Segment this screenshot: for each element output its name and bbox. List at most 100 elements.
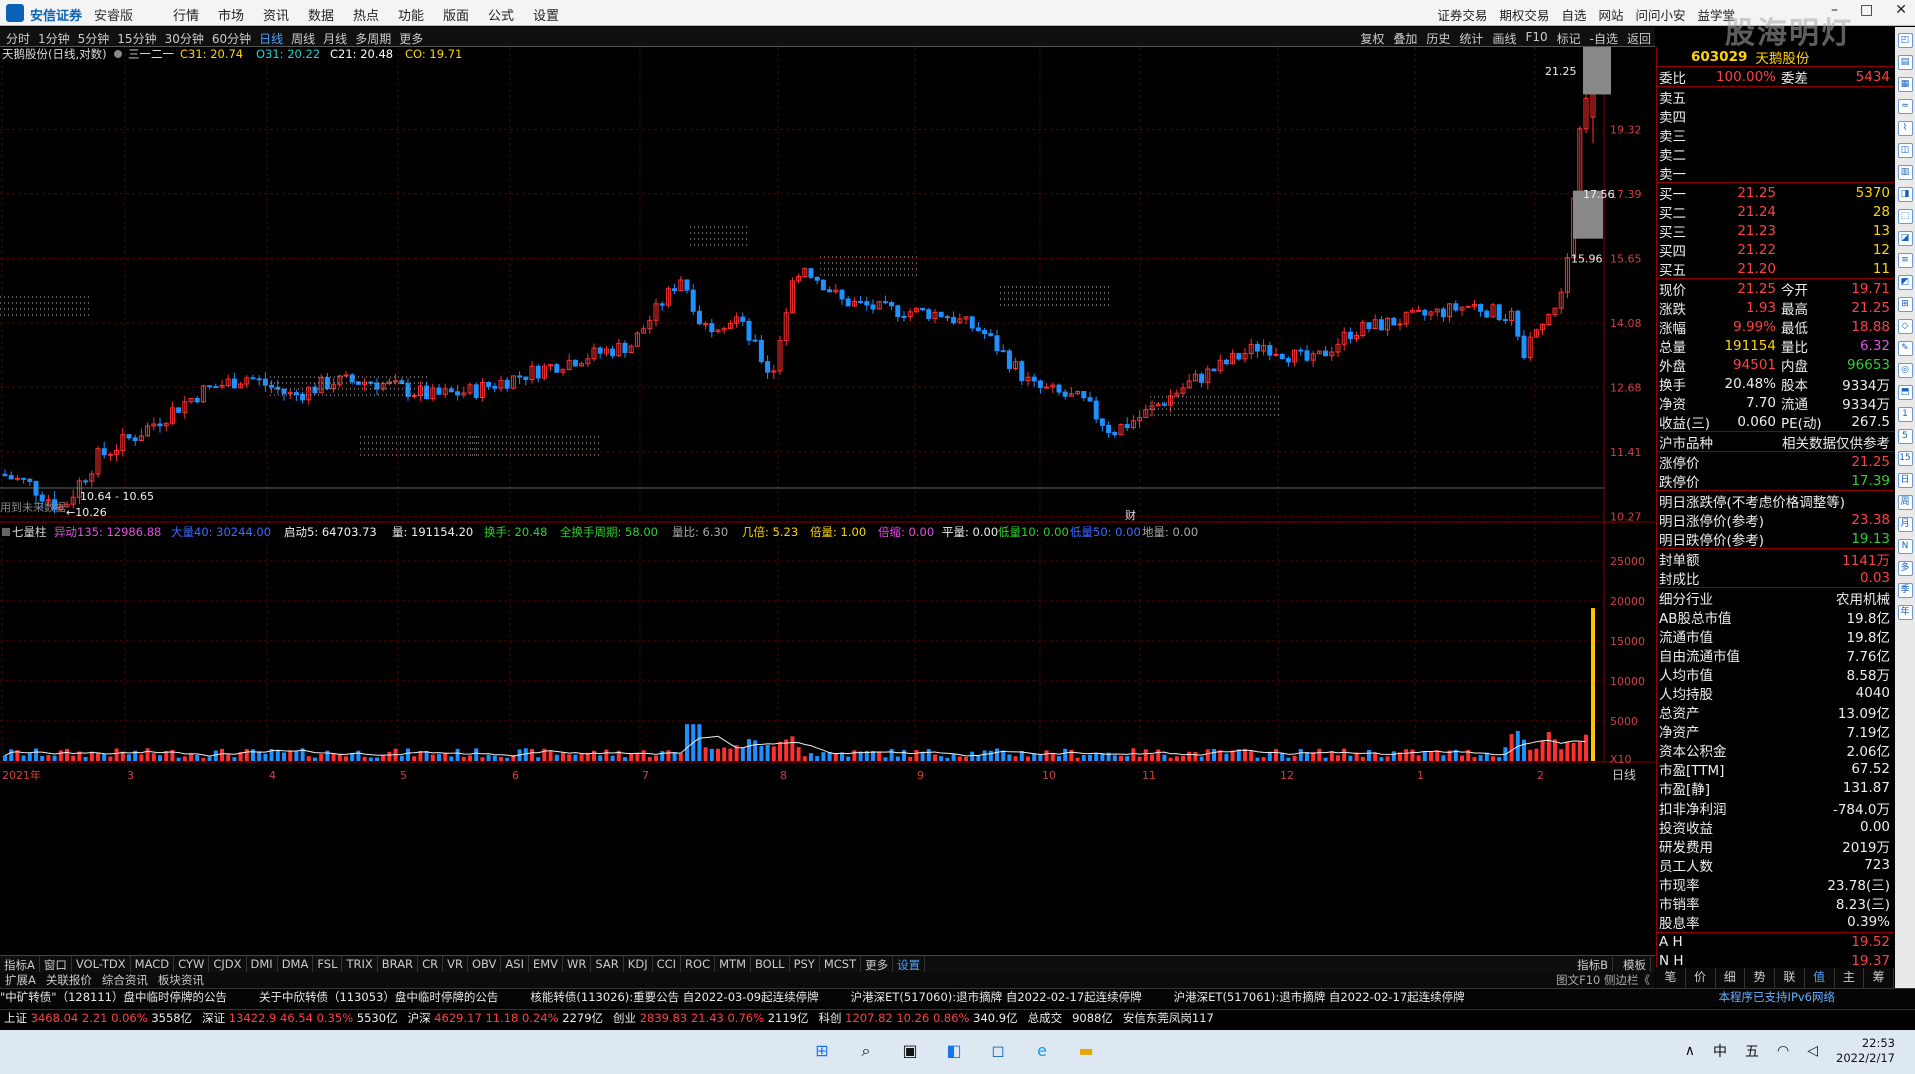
stat-row[interactable]: 换手 20.48% 股本 9334万: [1657, 374, 1894, 394]
fundamental-row[interactable]: 员工人数 723: [1657, 855, 1894, 875]
speaker-icon[interactable]: ◁: [1807, 1043, 1818, 1059]
market-row[interactable]: 沪市品种 相关数据仅供参考: [1657, 432, 1894, 452]
indicator-tab[interactable]: EMV: [529, 956, 564, 972]
side-tool-icon[interactable]: 年: [1897, 605, 1913, 620]
period-tab[interactable]: 分时: [6, 30, 30, 47]
indicator-tab[interactable]: DMA: [278, 956, 314, 972]
ticker-item[interactable]: "中矿转债"（128111）盘中临时停牌的公告: [0, 990, 227, 1004]
side-tool-icon[interactable]: ◫: [1897, 143, 1913, 158]
side-tool-icon[interactable]: ⊞: [1897, 297, 1913, 312]
stat-row[interactable]: 现价 21.25 今开 19.71: [1657, 279, 1894, 299]
menu-item[interactable]: 资讯: [263, 5, 308, 24]
indicator-tab[interactable]: TRIX: [342, 956, 378, 972]
nextday-up[interactable]: 明日涨停价(参考) 23.38: [1657, 510, 1894, 530]
side-tool-icon[interactable]: 15: [1897, 451, 1913, 466]
period-tab[interactable]: 1分钟: [38, 30, 70, 47]
nextday-title[interactable]: 明日涨跌停(不考虑价格调整等): [1657, 491, 1894, 511]
fundamental-row[interactable]: 细分行业 农用机械: [1657, 588, 1894, 608]
menu-item[interactable]: 热点: [353, 5, 398, 24]
indicator-tab[interactable]: 指标A: [0, 956, 40, 972]
menu-item[interactable]: 问问小安: [1635, 5, 1685, 24]
bid-row[interactable]: 买五 21.20 11: [1657, 259, 1894, 279]
side-tool-icon[interactable]: 季: [1897, 583, 1913, 598]
period-tab[interactable]: 周线: [291, 30, 315, 47]
limit-row[interactable]: 涨停价 21.25: [1657, 452, 1894, 472]
stat-row[interactable]: 收益(三) 0.060 PE(动) 267.5: [1657, 412, 1894, 432]
side-tool-icon[interactable]: ⌇: [1897, 121, 1913, 136]
chart-tool-button[interactable]: F10: [1525, 30, 1547, 47]
period-tab[interactable]: 15分钟: [117, 30, 156, 47]
index-item[interactable]: 创业 2839.83 21.43 0.76% 2119亿: [613, 1010, 808, 1029]
seal-row[interactable]: 封成比 0.03: [1657, 568, 1894, 588]
side-tool-icon[interactable]: ▥: [1897, 165, 1913, 180]
bid-row[interactable]: 买三 21.23 13: [1657, 221, 1894, 241]
side-tool-icon[interactable]: ≡: [1897, 253, 1913, 268]
indicator-tab[interactable]: VR: [443, 956, 468, 972]
stat-row[interactable]: 总量 191154 量比 6.32: [1657, 336, 1894, 356]
indicator-tab[interactable]: SAR: [591, 956, 624, 972]
bid-row[interactable]: 买二 21.24 28: [1657, 202, 1894, 222]
side-tool-icon[interactable]: 月: [1897, 517, 1913, 532]
chevron-up-icon[interactable]: ∧: [1685, 1043, 1695, 1059]
index-item[interactable]: 沪深 4629.17 11.18 0.24% 2279亿: [408, 1010, 603, 1029]
fundamental-row[interactable]: 市销率 8.23(三): [1657, 894, 1894, 913]
bottom-tab[interactable]: 关联报价: [41, 972, 97, 988]
edge-browser-icon[interactable]: e: [1030, 1039, 1054, 1063]
fundamental-row[interactable]: 人均持股 4040: [1657, 683, 1894, 703]
indicator-tab[interactable]: KDJ: [624, 956, 653, 972]
ask-row[interactable]: 卖二: [1657, 144, 1894, 164]
fundamental-row[interactable]: 总资产 13.09亿: [1657, 703, 1894, 722]
side-tool-icon[interactable]: ▤: [1897, 55, 1913, 70]
seal-row[interactable]: 封单额 1141万: [1657, 549, 1894, 569]
quote-tab[interactable]: 笔: [1656, 968, 1686, 988]
indicator-tab[interactable]: MTM: [715, 956, 751, 972]
indicator-tab[interactable]: ROC: [681, 956, 716, 972]
chart-tool-button[interactable]: 历史: [1426, 30, 1450, 47]
side-tool-icon[interactable]: ◨: [1897, 187, 1913, 202]
period-tab[interactable]: 更多: [399, 30, 423, 47]
bottom-tab[interactable]: 扩展A: [0, 972, 41, 988]
clock[interactable]: 22:53 2022/2/17: [1836, 1036, 1895, 1066]
ask-row[interactable]: 卖五: [1657, 87, 1894, 107]
fundamental-row[interactable]: 自由流通市值 7.76亿: [1657, 645, 1894, 665]
fundamental-row[interactable]: 股息率 0.39%: [1657, 913, 1894, 932]
bid-row[interactable]: 买一 21.25 5370: [1657, 183, 1894, 203]
quote-tab[interactable]: 联: [1775, 968, 1805, 988]
fundamental-row[interactable]: AB股总市值 19.8亿: [1657, 607, 1894, 627]
chart-tool-button[interactable]: 复权: [1360, 30, 1384, 47]
menu-item[interactable]: 自选: [1561, 5, 1586, 24]
maximize-icon[interactable]: □: [1860, 2, 1873, 18]
indicator-tab[interactable]: 设置: [893, 956, 926, 972]
quote-tab[interactable]: 细: [1716, 968, 1746, 988]
indicator-tab[interactable]: CYW: [174, 956, 210, 972]
menu-item[interactable]: 设置: [533, 5, 578, 24]
side-tool-icon[interactable]: 1: [1897, 407, 1913, 422]
sidebar-toggle[interactable]: 图文F10 侧边栏《: [1551, 972, 1655, 988]
indicator-tab[interactable]: VOL-TDX: [72, 956, 131, 972]
indicator-tab[interactable]: MCST: [820, 956, 862, 972]
index-item[interactable]: 科创 1207.82 10.26 0.86% 340.9亿: [818, 1010, 1017, 1029]
period-tab[interactable]: 5分钟: [78, 30, 110, 47]
bottom-tab[interactable]: 板块资讯: [153, 972, 209, 988]
side-tool-icon[interactable]: ⬒: [1897, 385, 1913, 400]
nextday-down[interactable]: 明日跌停价(参考) 19.13: [1657, 529, 1894, 549]
stat-row[interactable]: 净资 7.70 流通 9334万: [1657, 393, 1894, 413]
indicator-tab[interactable]: 模板: [1619, 957, 1651, 973]
side-tool-icon[interactable]: ◪: [1897, 231, 1913, 246]
side-tool-icon[interactable]: ≈: [1897, 99, 1913, 114]
side-tool-icon[interactable]: ◎: [1897, 363, 1913, 378]
bid-row[interactable]: 买四 21.22 12: [1657, 240, 1894, 260]
fundamental-row[interactable]: 市现率 23.78(三): [1657, 874, 1894, 894]
ime-mode[interactable]: 五: [1745, 1041, 1759, 1061]
side-tool-icon[interactable]: 周: [1897, 495, 1913, 510]
chart-tool-button[interactable]: 叠加: [1393, 30, 1417, 47]
indicator-tab[interactable]: CJDX: [209, 956, 247, 972]
bottom-tab[interactable]: 综合资讯: [97, 972, 153, 988]
chart-tool-button[interactable]: 标记: [1557, 30, 1581, 47]
period-tab[interactable]: 日线: [259, 30, 283, 47]
indicator-tab[interactable]: ASI: [501, 956, 529, 972]
period-tab[interactable]: 月线: [323, 30, 347, 47]
indicator-tab[interactable]: WR: [563, 956, 592, 972]
menu-item[interactable]: 市场: [218, 5, 263, 24]
period-tab[interactable]: 多周期: [355, 30, 391, 47]
